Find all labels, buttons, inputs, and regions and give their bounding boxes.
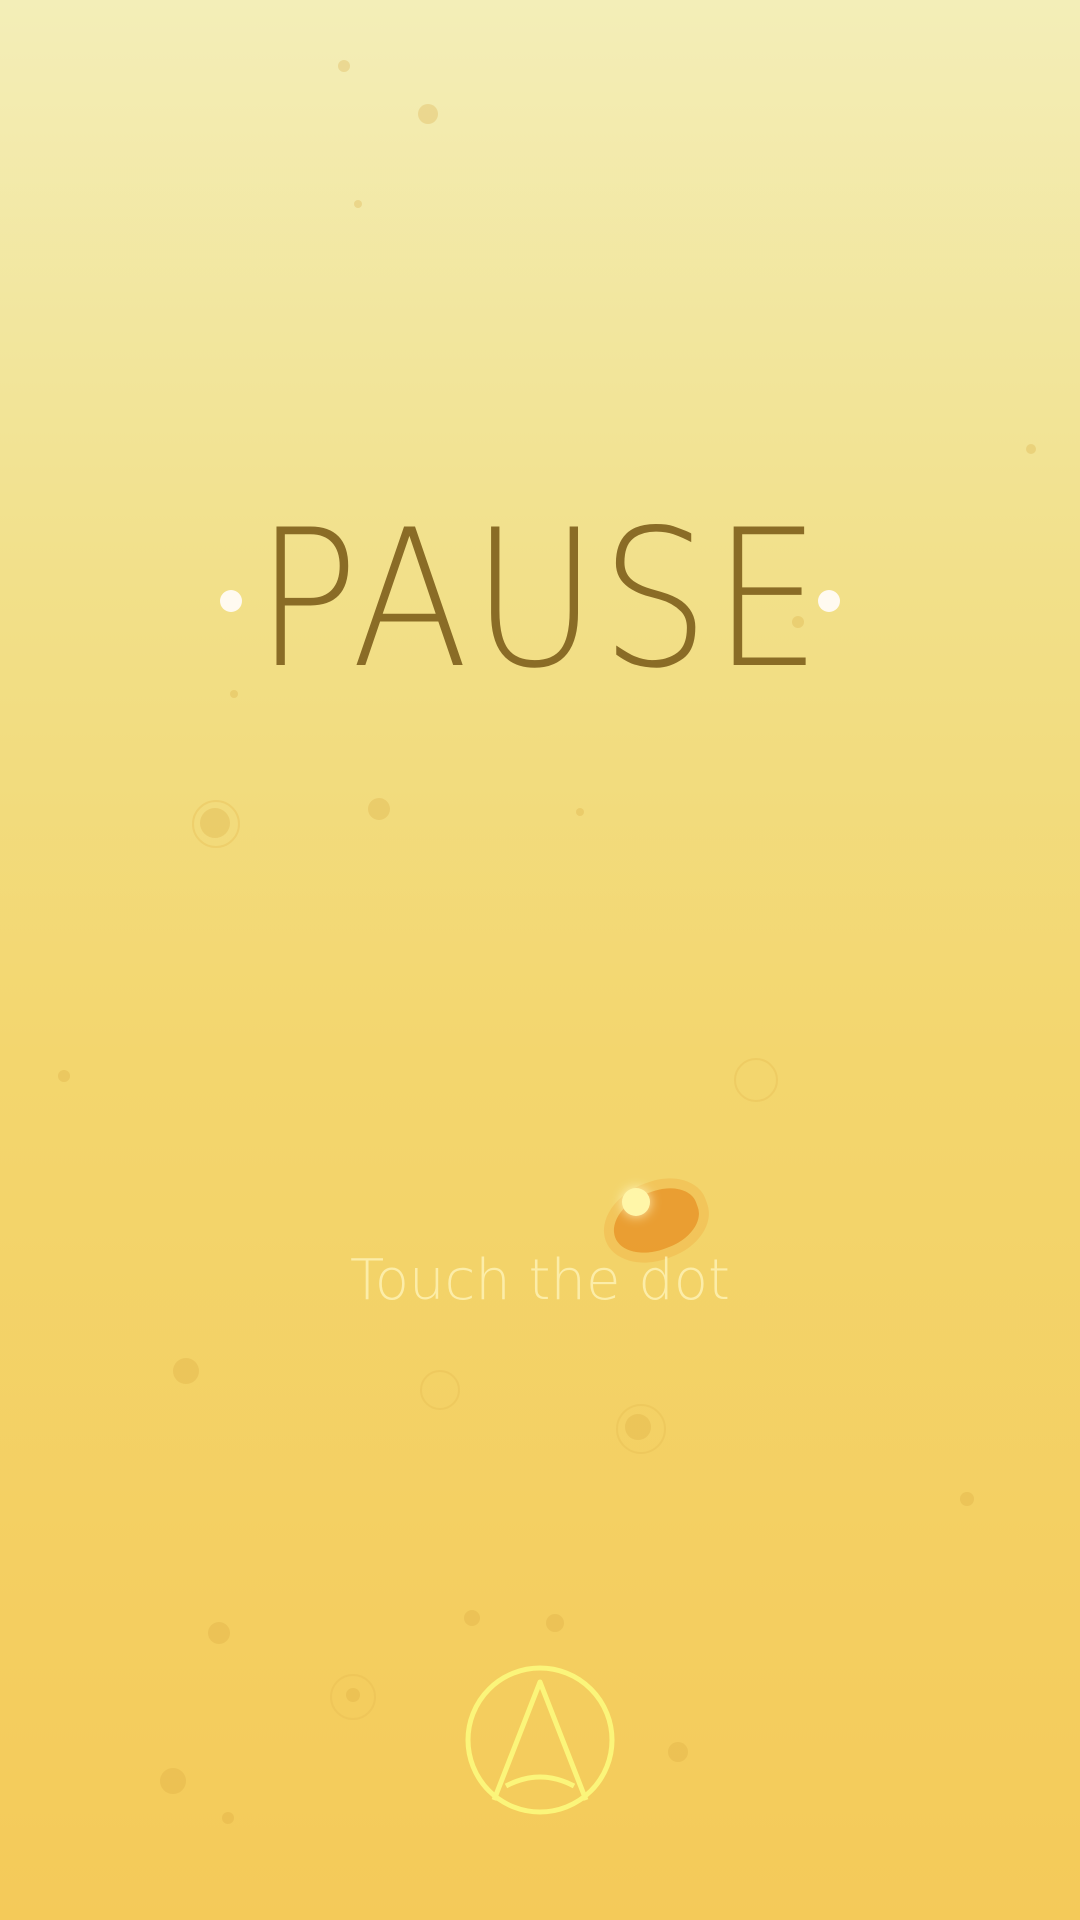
- pause-title: PAUSE: [255, 489, 825, 710]
- background-particle: [222, 1812, 234, 1824]
- touch-target-dot[interactable]: [622, 1188, 650, 1216]
- background-particle: [546, 1614, 564, 1632]
- background-ring: [330, 1674, 376, 1720]
- pause-title-container: PAUSE: [0, 500, 1080, 700]
- background-particle: [160, 1768, 186, 1794]
- background-particle: [576, 808, 584, 816]
- background-particle: [960, 1492, 974, 1506]
- background-particle: [173, 1358, 199, 1384]
- title-right-dot: [818, 590, 840, 612]
- background-ring: [616, 1404, 666, 1454]
- background-ring: [734, 1058, 778, 1102]
- background-particle: [338, 60, 350, 72]
- background-particle: [418, 104, 438, 124]
- background-ring: [420, 1370, 460, 1410]
- touch-hint-text: Touch the dot: [350, 1248, 730, 1313]
- background-particle: [464, 1610, 480, 1626]
- background-particle: [354, 200, 362, 208]
- a-circle-logo-icon: [465, 1665, 615, 1815]
- background-particle: [368, 798, 390, 820]
- background-particle: [668, 1742, 688, 1762]
- logo-button[interactable]: [460, 1660, 620, 1820]
- background-particle: [208, 1622, 230, 1644]
- background-ring: [192, 800, 240, 848]
- background-particle: [1026, 444, 1036, 454]
- game-screen: PAUSE Touch the dot: [0, 0, 1080, 1920]
- background-particle: [58, 1070, 70, 1082]
